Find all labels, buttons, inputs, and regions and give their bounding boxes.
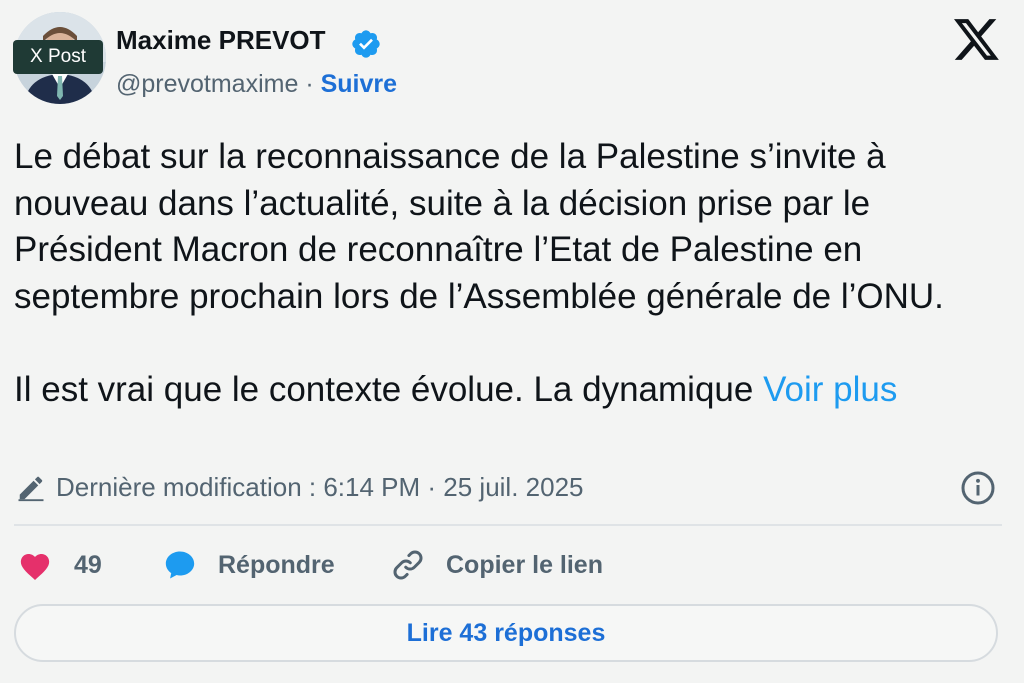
like-button[interactable]: 49 xyxy=(18,545,102,585)
verified-icon xyxy=(352,30,380,58)
author-name[interactable]: Maxime PREVOT xyxy=(116,25,326,56)
post-paragraph-2-text: Il est vrai que le contexte évolue. La d… xyxy=(14,369,754,409)
x-logo-icon[interactable] xyxy=(954,19,999,60)
x-post-badge: X Post xyxy=(13,40,103,74)
pencil-icon xyxy=(18,476,44,501)
link-icon xyxy=(393,550,423,580)
copy-link-label: Copier le lien xyxy=(446,550,603,579)
separator: · xyxy=(305,70,314,98)
post-paragraph-1: Le débat sur la reconnaissance de la Pal… xyxy=(14,137,944,316)
post-text: Le débat sur la reconnaissance de la Pal… xyxy=(14,134,1004,413)
copy-link-action[interactable]: Copier le lien xyxy=(390,545,603,585)
edit-info[interactable]: Dernière modification : 6:14 PM · 25 jui… xyxy=(16,472,584,503)
edited-timestamp: Dernière modification : 6:14 PM · 25 jui… xyxy=(56,472,584,502)
author-handle-row: @prevotmaxime · Suivre xyxy=(116,70,397,99)
read-replies-button[interactable]: Lire 43 réponses xyxy=(14,604,998,662)
info-icon[interactable] xyxy=(960,470,996,506)
post-paragraph-2: Il est vrai que le contexte évolue. La d… xyxy=(14,367,1004,414)
speech-bubble-icon xyxy=(165,551,195,579)
heart-icon xyxy=(20,553,50,581)
like-count: 49 xyxy=(74,550,102,579)
see-more-link[interactable]: Voir plus xyxy=(763,370,897,409)
reply-label: Répondre xyxy=(218,550,335,579)
follow-button[interactable]: Suivre xyxy=(321,70,397,98)
author-handle[interactable]: @prevotmaxime xyxy=(116,70,298,98)
divider xyxy=(14,524,1002,526)
reply-action[interactable]: Répondre xyxy=(162,545,335,585)
